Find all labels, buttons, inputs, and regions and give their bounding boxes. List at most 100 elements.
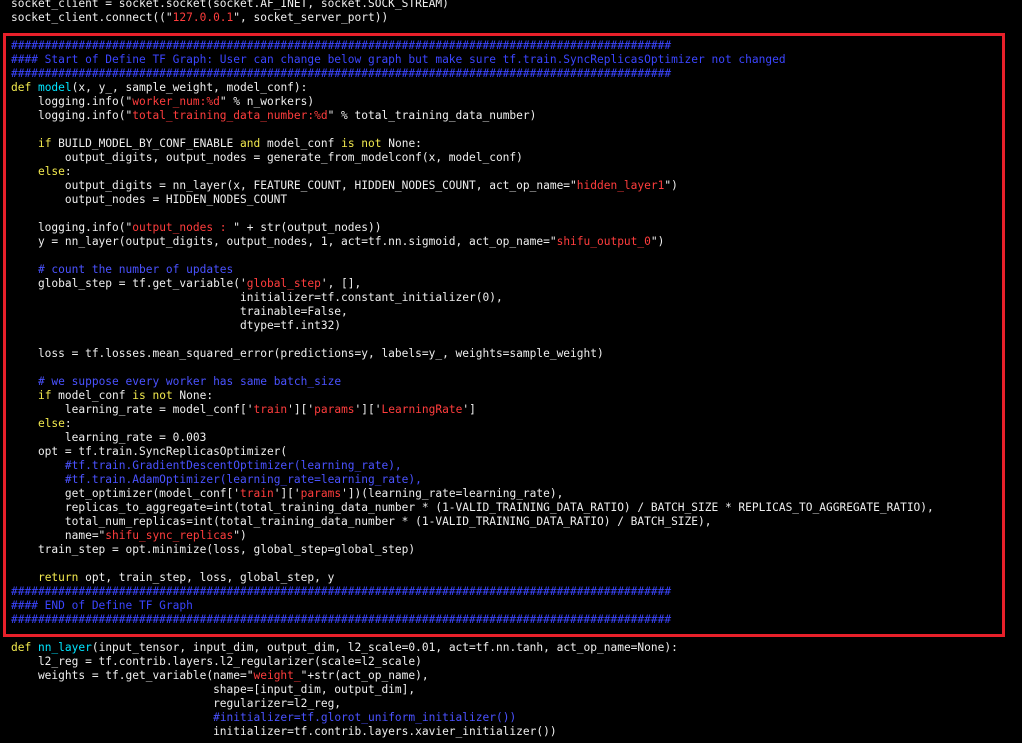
code-line: else: (11, 165, 1022, 179)
code-token-text: model_conf (260, 137, 342, 150)
code-token-text: None: (381, 137, 422, 150)
code-token-text: None: (172, 389, 214, 402)
code-line: initializer=tf.contrib.layers.xavier_ini… (11, 725, 1022, 739)
code-token-text: BUILD_MODEL_BY_CONF_ENABLE (51, 137, 241, 150)
code-token-cmt: #tf.train.AdamOptimizer(learning_rate=le… (64, 473, 422, 486)
code-line: y = nn_layer(output_digits, output_nodes… (11, 235, 1022, 249)
code-line: name="shifu_sync_replicas") (11, 529, 1022, 543)
code-token-text: weights = tf.get_variable(name=" (11, 669, 254, 682)
code-token-text: '])(learning_rate=learning_rate), (341, 487, 564, 500)
code-token-text: replicas_to_aggregate=int(total_training… (11, 501, 934, 514)
code-line: if model_conf is not None: (11, 389, 1022, 403)
code-token-text: output_digits = nn_layer(x, FEATURE_COUN… (11, 179, 577, 192)
code-token-str: 127.0.0.1 (172, 11, 234, 24)
code-line: def model(x, y_, sample_weight, model_co… (11, 81, 1022, 95)
code-token-str: total_training_data_number:%d (132, 109, 328, 122)
code-line: opt = tf.train.SyncReplicasOptimizer( (11, 445, 1022, 459)
code-token-cmt: # we suppose every worker has same batch… (37, 375, 342, 388)
code-token-str: global_step (246, 277, 321, 290)
code-token-text: " % n_workers) (219, 95, 315, 108)
code-line: socket_client.connect(("127.0.0.1", sock… (11, 11, 1022, 25)
code-token-text: shape=[input_dim, output_dim], (11, 683, 416, 696)
code-token-text: " + str(output_nodes)) (233, 221, 382, 234)
code-token-str: shifu_output_0 (556, 235, 651, 248)
code-line: total_num_replicas=int(total_training_da… (11, 515, 1022, 529)
code-line: logging.info("worker_num:%d" % n_workers… (11, 95, 1022, 109)
code-line: # we suppose every worker has same batch… (11, 375, 1022, 389)
terminal-window[interactable]: socket_client = socket.socket(socket.AF_… (0, 0, 1022, 743)
code-token-hash: #### Start of Define TF Graph: User can … (11, 53, 786, 66)
code-line: #initializer=tf.glorot_uniform_initializ… (11, 711, 1022, 725)
code-token-str: hidden_layer1 (576, 179, 665, 192)
code-editor[interactable]: socket_client = socket.socket(socket.AF_… (11, 0, 1022, 739)
code-line: output_nodes = HIDDEN_NODES_COUNT (11, 193, 1022, 207)
code-line: l2_reg = tf.contrib.layers.l2_regularize… (11, 655, 1022, 669)
code-token-text: (input_tensor, input_dim, output_dim, l2… (91, 641, 678, 654)
code-token-str: train (240, 487, 274, 500)
code-token-text: '] (462, 403, 476, 416)
code-line: ########################################… (11, 613, 1022, 627)
code-line: return opt, train_step, loss, global_ste… (11, 571, 1022, 585)
code-line: output_digits, output_nodes = generate_f… (11, 151, 1022, 165)
code-token-text: "+str(act_op_name), (300, 669, 429, 682)
code-token-hash: ########################################… (11, 39, 672, 52)
code-line: weights = tf.get_variable(name="weight_"… (11, 669, 1022, 683)
code-token-text: ") (233, 529, 247, 542)
code-token-text: socket_client.connect((" (11, 11, 173, 24)
code-token-text: output_nodes = HIDDEN_NODES_COUNT (11, 193, 288, 206)
code-token-kw: def (11, 641, 38, 654)
code-token-hash: ########################################… (11, 585, 672, 598)
code-token-str: weight_ (253, 669, 301, 682)
code-token-text: learning_rate = model_conf[' (11, 403, 254, 416)
code-line: if BUILD_MODEL_BY_CONF_ENABLE and model_… (11, 137, 1022, 151)
code-line: learning_rate = 0.003 (11, 431, 1022, 445)
code-line: # count the number of updates (11, 263, 1022, 277)
code-line: initializer=tf.constant_initializer(0), (11, 291, 1022, 305)
code-line: ########################################… (11, 39, 1022, 53)
code-token-str: LearningRate (381, 403, 463, 416)
code-token-text: output_digits, output_nodes = generate_f… (11, 151, 523, 164)
code-line: regularizer=l2_reg, (11, 697, 1022, 711)
code-line: train_step = opt.minimize(loss, global_s… (11, 543, 1022, 557)
code-token-text: logging.info(" (11, 95, 133, 108)
code-token-text: ") (664, 179, 678, 192)
code-line: #### END of Define TF Graph (11, 599, 1022, 613)
code-token-text: get_optimizer(model_conf[' (11, 487, 241, 500)
code-token-cmt: # count the number of updates (37, 263, 234, 276)
code-token-text: ") (650, 235, 665, 248)
code-line: #tf.train.GradientDescentOptimizer(learn… (11, 459, 1022, 473)
code-token-hash: ########################################… (11, 67, 672, 80)
code-token-kw: is not (341, 137, 382, 150)
code-token-kw: if (37, 137, 52, 150)
code-line: replicas_to_aggregate=int(total_training… (11, 501, 1022, 515)
code-token-text: (x, y_, sample_weight, model_conf): (71, 81, 308, 94)
code-token-cmt: #initializer=tf.glorot_uniform_initializ… (213, 711, 517, 724)
code-token-text: learning_rate = 0.003 (11, 431, 207, 444)
code-token-text: opt, train_step, loss, global_step, y (78, 571, 335, 584)
code-token-kw: if (37, 389, 52, 402)
code-line: output_digits = nn_layer(x, FEATURE_COUN… (11, 179, 1022, 193)
code-token-text: : (64, 417, 72, 430)
code-line: def nn_layer(input_tensor, input_dim, ou… (11, 641, 1022, 655)
code-token-text: ', [], (320, 277, 362, 290)
code-token-str: params (314, 403, 355, 416)
code-token-str: params (300, 487, 342, 500)
code-token-text: socket_client = socket.socket(socket.AF_… (11, 0, 449, 10)
code-token-fn: nn_layer (37, 641, 92, 654)
code-token-text: y = nn_layer(output_digits, output_nodes… (11, 235, 557, 248)
code-token-hash: #### END of Define TF Graph (11, 599, 193, 612)
code-line: logging.info("output_nodes : " + str(out… (11, 221, 1022, 235)
